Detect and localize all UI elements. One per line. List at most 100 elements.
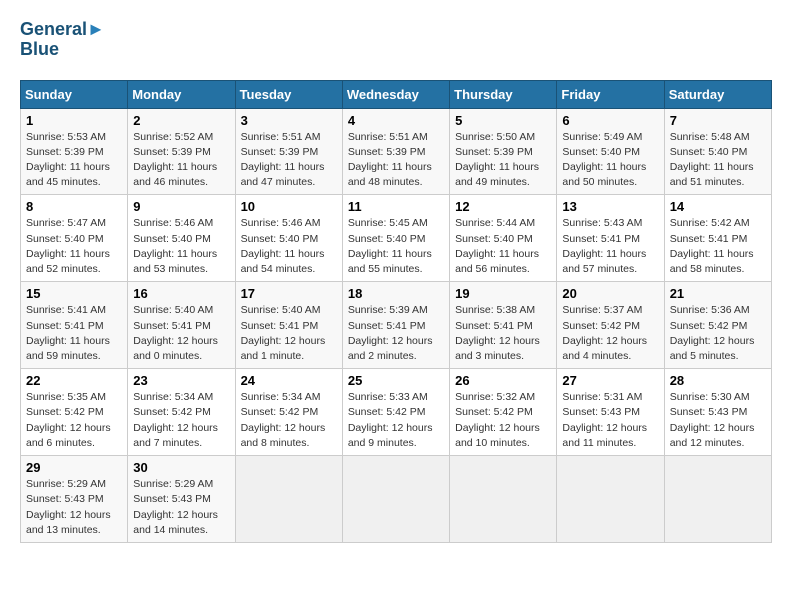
day-detail: Sunrise: 5:36 AMSunset: 5:42 PMDaylight:… [670, 303, 766, 364]
table-cell: 28 Sunrise: 5:30 AMSunset: 5:43 PMDaylig… [664, 369, 771, 456]
day-detail: Sunrise: 5:49 AMSunset: 5:40 PMDaylight:… [562, 130, 658, 191]
day-number: 22 [26, 373, 122, 388]
day-detail: Sunrise: 5:40 AMSunset: 5:41 PMDaylight:… [133, 303, 229, 364]
day-detail: Sunrise: 5:31 AMSunset: 5:43 PMDaylight:… [562, 390, 658, 451]
day-number: 20 [562, 286, 658, 301]
table-cell: 3 Sunrise: 5:51 AMSunset: 5:39 PMDayligh… [235, 108, 342, 195]
day-number: 14 [670, 199, 766, 214]
day-detail: Sunrise: 5:50 AMSunset: 5:39 PMDaylight:… [455, 130, 551, 191]
day-detail: Sunrise: 5:48 AMSunset: 5:40 PMDaylight:… [670, 130, 766, 191]
day-number: 29 [26, 460, 122, 475]
day-number: 18 [348, 286, 444, 301]
table-cell: 9 Sunrise: 5:46 AMSunset: 5:40 PMDayligh… [128, 195, 235, 282]
header-tuesday: Tuesday [235, 80, 342, 108]
table-cell: 2 Sunrise: 5:52 AMSunset: 5:39 PMDayligh… [128, 108, 235, 195]
day-number: 8 [26, 199, 122, 214]
header-monday: Monday [128, 80, 235, 108]
day-number: 15 [26, 286, 122, 301]
day-number: 23 [133, 373, 229, 388]
day-number: 1 [26, 113, 122, 128]
day-detail: Sunrise: 5:32 AMSunset: 5:42 PMDaylight:… [455, 390, 551, 451]
day-detail: Sunrise: 5:30 AMSunset: 5:43 PMDaylight:… [670, 390, 766, 451]
table-cell: 11 Sunrise: 5:45 AMSunset: 5:40 PMDaylig… [342, 195, 449, 282]
table-cell [450, 456, 557, 543]
table-cell: 19 Sunrise: 5:38 AMSunset: 5:41 PMDaylig… [450, 282, 557, 369]
day-detail: Sunrise: 5:46 AMSunset: 5:40 PMDaylight:… [241, 216, 337, 277]
day-detail: Sunrise: 5:35 AMSunset: 5:42 PMDaylight:… [26, 390, 122, 451]
table-cell: 30 Sunrise: 5:29 AMSunset: 5:43 PMDaylig… [128, 456, 235, 543]
day-number: 26 [455, 373, 551, 388]
day-detail: Sunrise: 5:34 AMSunset: 5:42 PMDaylight:… [133, 390, 229, 451]
day-number: 9 [133, 199, 229, 214]
day-detail: Sunrise: 5:47 AMSunset: 5:40 PMDaylight:… [26, 216, 122, 277]
day-number: 11 [348, 199, 444, 214]
table-cell: 18 Sunrise: 5:39 AMSunset: 5:41 PMDaylig… [342, 282, 449, 369]
day-detail: Sunrise: 5:29 AMSunset: 5:43 PMDaylight:… [133, 477, 229, 538]
table-cell: 13 Sunrise: 5:43 AMSunset: 5:41 PMDaylig… [557, 195, 664, 282]
day-number: 28 [670, 373, 766, 388]
day-number: 10 [241, 199, 337, 214]
table-cell: 24 Sunrise: 5:34 AMSunset: 5:42 PMDaylig… [235, 369, 342, 456]
table-cell: 10 Sunrise: 5:46 AMSunset: 5:40 PMDaylig… [235, 195, 342, 282]
table-cell: 16 Sunrise: 5:40 AMSunset: 5:41 PMDaylig… [128, 282, 235, 369]
table-cell: 6 Sunrise: 5:49 AMSunset: 5:40 PMDayligh… [557, 108, 664, 195]
day-number: 6 [562, 113, 658, 128]
day-number: 25 [348, 373, 444, 388]
day-number: 21 [670, 286, 766, 301]
logo-text: General►Blue [20, 20, 105, 60]
table-cell: 25 Sunrise: 5:33 AMSunset: 5:42 PMDaylig… [342, 369, 449, 456]
table-cell: 15 Sunrise: 5:41 AMSunset: 5:41 PMDaylig… [21, 282, 128, 369]
table-cell: 1 Sunrise: 5:53 AMSunset: 5:39 PMDayligh… [21, 108, 128, 195]
table-cell: 22 Sunrise: 5:35 AMSunset: 5:42 PMDaylig… [21, 369, 128, 456]
table-cell [235, 456, 342, 543]
logo: General►Blue [20, 20, 105, 60]
table-cell: 4 Sunrise: 5:51 AMSunset: 5:39 PMDayligh… [342, 108, 449, 195]
day-detail: Sunrise: 5:42 AMSunset: 5:41 PMDaylight:… [670, 216, 766, 277]
table-cell [342, 456, 449, 543]
day-number: 13 [562, 199, 658, 214]
day-number: 5 [455, 113, 551, 128]
table-cell: 29 Sunrise: 5:29 AMSunset: 5:43 PMDaylig… [21, 456, 128, 543]
day-number: 16 [133, 286, 229, 301]
day-detail: Sunrise: 5:34 AMSunset: 5:42 PMDaylight:… [241, 390, 337, 451]
table-cell: 26 Sunrise: 5:32 AMSunset: 5:42 PMDaylig… [450, 369, 557, 456]
header-wednesday: Wednesday [342, 80, 449, 108]
table-cell: 27 Sunrise: 5:31 AMSunset: 5:43 PMDaylig… [557, 369, 664, 456]
header-thursday: Thursday [450, 80, 557, 108]
table-cell: 5 Sunrise: 5:50 AMSunset: 5:39 PMDayligh… [450, 108, 557, 195]
day-detail: Sunrise: 5:43 AMSunset: 5:41 PMDaylight:… [562, 216, 658, 277]
day-detail: Sunrise: 5:38 AMSunset: 5:41 PMDaylight:… [455, 303, 551, 364]
table-cell: 12 Sunrise: 5:44 AMSunset: 5:40 PMDaylig… [450, 195, 557, 282]
day-number: 3 [241, 113, 337, 128]
table-cell: 17 Sunrise: 5:40 AMSunset: 5:41 PMDaylig… [235, 282, 342, 369]
calendar-table: Sunday Monday Tuesday Wednesday Thursday… [20, 80, 772, 543]
header-sunday: Sunday [21, 80, 128, 108]
day-number: 17 [241, 286, 337, 301]
day-detail: Sunrise: 5:33 AMSunset: 5:42 PMDaylight:… [348, 390, 444, 451]
header-saturday: Saturday [664, 80, 771, 108]
day-detail: Sunrise: 5:29 AMSunset: 5:43 PMDaylight:… [26, 477, 122, 538]
day-number: 24 [241, 373, 337, 388]
day-number: 12 [455, 199, 551, 214]
day-number: 2 [133, 113, 229, 128]
day-detail: Sunrise: 5:53 AMSunset: 5:39 PMDaylight:… [26, 130, 122, 191]
day-number: 7 [670, 113, 766, 128]
table-cell: 7 Sunrise: 5:48 AMSunset: 5:40 PMDayligh… [664, 108, 771, 195]
day-number: 4 [348, 113, 444, 128]
table-cell: 23 Sunrise: 5:34 AMSunset: 5:42 PMDaylig… [128, 369, 235, 456]
day-detail: Sunrise: 5:39 AMSunset: 5:41 PMDaylight:… [348, 303, 444, 364]
day-number: 30 [133, 460, 229, 475]
day-detail: Sunrise: 5:41 AMSunset: 5:41 PMDaylight:… [26, 303, 122, 364]
day-detail: Sunrise: 5:51 AMSunset: 5:39 PMDaylight:… [241, 130, 337, 191]
day-detail: Sunrise: 5:40 AMSunset: 5:41 PMDaylight:… [241, 303, 337, 364]
day-detail: Sunrise: 5:46 AMSunset: 5:40 PMDaylight:… [133, 216, 229, 277]
day-detail: Sunrise: 5:44 AMSunset: 5:40 PMDaylight:… [455, 216, 551, 277]
table-cell [664, 456, 771, 543]
table-cell: 14 Sunrise: 5:42 AMSunset: 5:41 PMDaylig… [664, 195, 771, 282]
table-cell: 21 Sunrise: 5:36 AMSunset: 5:42 PMDaylig… [664, 282, 771, 369]
day-detail: Sunrise: 5:51 AMSunset: 5:39 PMDaylight:… [348, 130, 444, 191]
day-number: 19 [455, 286, 551, 301]
table-cell: 20 Sunrise: 5:37 AMSunset: 5:42 PMDaylig… [557, 282, 664, 369]
header-friday: Friday [557, 80, 664, 108]
day-detail: Sunrise: 5:45 AMSunset: 5:40 PMDaylight:… [348, 216, 444, 277]
